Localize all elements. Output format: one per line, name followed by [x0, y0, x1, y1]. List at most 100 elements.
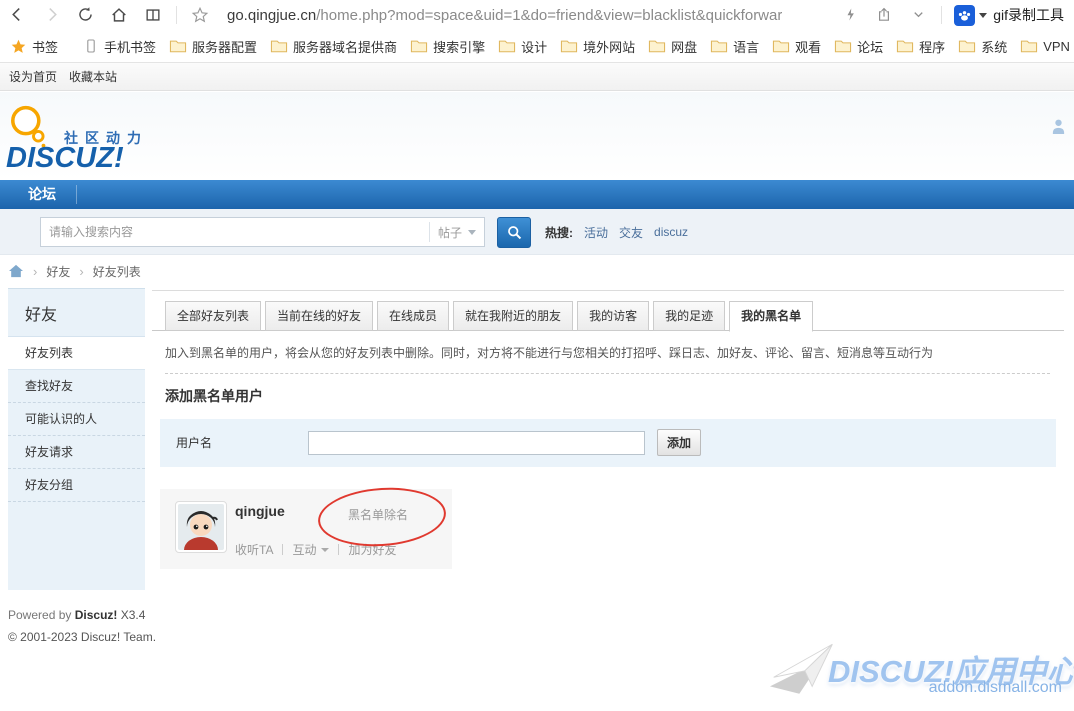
main-nav: 论坛 [0, 180, 1074, 209]
sidebar-item-friend-list[interactable]: 好友列表 [8, 337, 145, 370]
tab-online-members[interactable]: 在线成员 [377, 301, 449, 331]
search-button[interactable] [497, 217, 531, 248]
toolbar-divider [176, 6, 177, 24]
bookmark-folder[interactable]: VPN [1020, 38, 1070, 54]
avatar-image [178, 504, 224, 550]
bookmark-folder[interactable]: 设计 [498, 37, 547, 56]
tab-my-blacklist[interactable]: 我的黑名单 [729, 301, 813, 332]
add-button[interactable]: 添加 [657, 429, 701, 456]
extension-label[interactable]: gif录制工具 [993, 5, 1064, 25]
share-icon[interactable] [867, 6, 901, 24]
tab-my-footprints[interactable]: 我的足迹 [653, 301, 725, 331]
toolbar-right-group: gif录制工具 [833, 5, 1074, 26]
bookmark-folder[interactable]: 境外网站 [560, 37, 635, 56]
footer-brand-link[interactable]: Discuz! [75, 608, 118, 622]
user-actions: 收听TA 互动 加为好友 [235, 541, 396, 558]
breadcrumb: 好友 好友列表 [8, 256, 141, 286]
tabs: 全部好友列表 当前在线的好友 在线成员 就在我附近的朋友 我的访客 我的足迹 我… [165, 301, 817, 332]
user-icon[interactable] [1051, 118, 1066, 135]
nav-divider [76, 185, 77, 204]
username-input[interactable] [308, 431, 645, 455]
sidebar-item-people-you-may-know[interactable]: 可能认识的人 [8, 403, 145, 436]
sidebar-item-find-friends[interactable]: 查找好友 [8, 370, 145, 403]
refresh-icon[interactable] [68, 6, 102, 24]
logo-brand[interactable]: DISCUZ! [6, 142, 124, 175]
action-divider [338, 544, 339, 555]
blacklist-note: 加入到黑名单的用户，将会从您的好友列表中删除。同时，对方将不能进行与您相关的打招… [165, 344, 1055, 361]
breadcrumb-separator-icon [79, 264, 83, 279]
set-home-link[interactable]: 设为首页 [9, 68, 57, 85]
search-band: 帖子 热搜: 活动 交友 discuz [0, 209, 1074, 255]
breadcrumb-friend-list[interactable]: 好友列表 [93, 263, 141, 280]
reading-list-icon[interactable] [136, 6, 170, 24]
extension-paw-icon[interactable] [954, 5, 975, 26]
blacklist-user-card: qingjue 黑名单除名 收听TA 互动 加为好友 [160, 489, 452, 569]
bookmark-folder[interactable]: 系统 [958, 37, 1007, 56]
flash-icon[interactable] [833, 6, 867, 24]
breadcrumb-friends[interactable]: 好友 [46, 263, 70, 280]
follow-link[interactable]: 收听TA [235, 541, 273, 558]
hot-search-link[interactable]: 活动 [584, 224, 608, 241]
back-icon[interactable] [0, 6, 34, 24]
toolbar-divider [941, 6, 942, 24]
sidebar-item-friend-requests[interactable]: 好友请求 [8, 436, 145, 469]
bookmark-folder[interactable]: 观看 [772, 37, 821, 56]
bookmark-mobile[interactable]: 手机书签 [83, 37, 156, 56]
hot-search-link[interactable]: 交友 [619, 224, 643, 241]
home-icon[interactable] [102, 6, 136, 24]
bookmark-folder[interactable]: 网盘 [648, 37, 697, 56]
url-domain: go.qingjue.cn [227, 7, 316, 24]
bookmark-folder[interactable]: 程序 [896, 37, 945, 56]
main-content: 全部好友列表 当前在线的好友 在线成员 就在我附近的朋友 我的访客 我的足迹 我… [152, 290, 1064, 586]
powered-by-line: Powered by Discuz! X3.4 [8, 604, 156, 626]
search-box: 帖子 [40, 217, 485, 247]
footer: Powered by Discuz! X3.4 © 2001-2023 Disc… [8, 604, 156, 648]
browser-toolbar: go.qingjue.cn/home.php?mod=space&uid=1&d… [0, 0, 1074, 30]
caret-down-icon [468, 230, 476, 235]
bookmark-star-icon[interactable] [183, 6, 217, 24]
bookmark-folder[interactable]: 论坛 [834, 37, 883, 56]
blacklist-username[interactable]: qingjue [235, 503, 285, 519]
search-category-select[interactable]: 帖子 [430, 224, 484, 241]
nav-item-forum[interactable]: 论坛 [12, 180, 72, 209]
remove-from-blacklist-link[interactable]: 黑名单除名 [348, 506, 408, 523]
hot-search-link[interactable]: discuz [654, 225, 688, 239]
username-label: 用户名 [176, 419, 212, 467]
interact-link[interactable]: 互动 [292, 541, 316, 558]
sidebar-title: 好友 [8, 289, 145, 337]
hot-search: 热搜: 活动 交友 discuz [545, 209, 688, 255]
hot-search-label: 热搜: [545, 224, 573, 241]
bookmark-folder[interactable]: 服务器配置 [169, 37, 257, 56]
add-favorite-link[interactable]: 收藏本站 [69, 68, 117, 85]
tab-online-friends[interactable]: 当前在线的好友 [265, 301, 373, 331]
action-divider [282, 544, 283, 555]
sidebar-item-friend-groups[interactable]: 好友分组 [8, 469, 145, 502]
bookmark-folder[interactable]: 搜索引擎 [410, 37, 485, 56]
bookmarks-bar: 书签 手机书签 服务器配置 服务器域名提供商 搜索引擎 设计 境外网站 网盘 语… [0, 30, 1074, 63]
tab-all-friends[interactable]: 全部好友列表 [165, 301, 261, 331]
add-blacklist-form: 用户名 添加 [160, 419, 1056, 467]
breadcrumb-separator-icon [33, 264, 37, 279]
watermark-site: addon.dismall.com [0, 679, 1062, 697]
address-bar[interactable]: go.qingjue.cn/home.php?mod=space&uid=1&d… [227, 7, 782, 24]
magnifier-icon [506, 224, 523, 241]
breadcrumb-home-icon[interactable] [8, 264, 24, 278]
site-quickbar: 设为首页 收藏本站 [0, 63, 1074, 91]
footer-version: X3.4 [121, 608, 146, 622]
sidebar: 好友 好友列表 查找好友 可能认识的人 好友请求 好友分组 [8, 288, 145, 590]
add-blacklist-title: 添加黑名单用户 [165, 386, 263, 406]
bookmark-star-folder[interactable]: 书签 [10, 37, 58, 56]
bookmark-folder[interactable]: 语言 [710, 37, 759, 56]
site-header: 社区动力 DISCUZ! [0, 92, 1074, 180]
tab-my-visitors[interactable]: 我的访客 [577, 301, 649, 331]
add-friend-link[interactable]: 加为好友 [348, 541, 396, 558]
tab-nearby-friends[interactable]: 就在我附近的朋友 [453, 301, 573, 331]
bookmark-folder[interactable]: 服务器域名提供商 [270, 37, 397, 56]
avatar[interactable] [175, 501, 227, 553]
copyright-line: © 2001-2023 Discuz! Team. [8, 626, 156, 648]
caret-down-icon [321, 548, 329, 552]
chevron-down-icon[interactable] [901, 6, 935, 24]
url-path: /home.php?mod=space&uid=1&do=friend&view… [316, 7, 782, 24]
search-input[interactable] [41, 219, 429, 245]
extension-dropdown-caret[interactable] [979, 13, 987, 18]
